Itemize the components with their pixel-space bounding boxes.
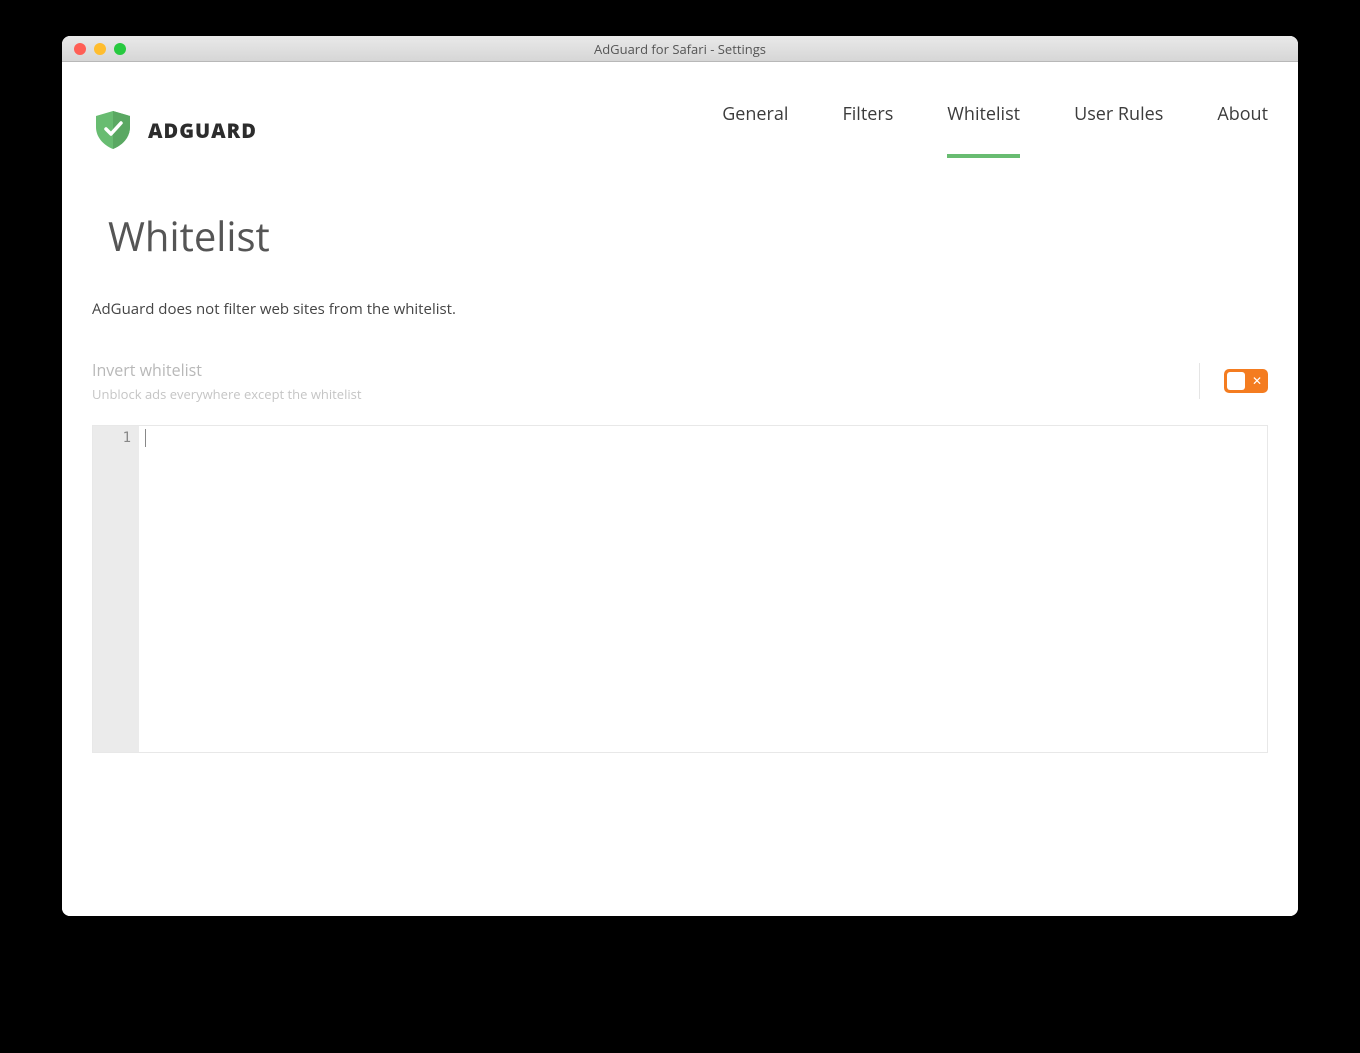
close-window-button[interactable] bbox=[74, 43, 86, 55]
page-title: Whitelist bbox=[108, 208, 1268, 263]
tab-filters[interactable]: Filters bbox=[842, 102, 893, 158]
main-panel: Whitelist AdGuard does not filter web si… bbox=[62, 158, 1298, 783]
invert-whitelist-row: Invert whitelist Unblock ads everywhere … bbox=[92, 359, 1268, 403]
traffic-lights bbox=[74, 43, 126, 55]
window-title: AdGuard for Safari - Settings bbox=[62, 40, 1298, 58]
logo-section: ADGUARD bbox=[92, 109, 257, 151]
invert-whitelist-title: Invert whitelist bbox=[92, 359, 1199, 381]
line-number-gutter: 1 bbox=[93, 426, 139, 752]
tab-about[interactable]: About bbox=[1217, 102, 1268, 158]
line-number: 1 bbox=[93, 430, 131, 446]
toggle-knob bbox=[1227, 372, 1245, 390]
adguard-shield-icon bbox=[92, 109, 134, 151]
invert-whitelist-toggle[interactable]: ✕ bbox=[1224, 369, 1268, 393]
app-window: AdGuard for Safari - Settings ADGUARD Ge… bbox=[62, 36, 1298, 916]
toggle-wrap: ✕ bbox=[1199, 363, 1268, 399]
whitelist-textarea[interactable] bbox=[139, 426, 1267, 752]
maximize-window-button[interactable] bbox=[114, 43, 126, 55]
header: ADGUARD General Filters Whitelist User R… bbox=[62, 62, 1298, 158]
logo-text: ADGUARD bbox=[148, 117, 257, 144]
close-icon: ✕ bbox=[1252, 375, 1262, 387]
invert-whitelist-subtitle: Unblock ads everywhere except the whitel… bbox=[92, 385, 1199, 403]
window-content: ADGUARD General Filters Whitelist User R… bbox=[62, 62, 1298, 916]
whitelist-editor: 1 bbox=[92, 425, 1268, 753]
tab-whitelist[interactable]: Whitelist bbox=[947, 102, 1020, 158]
titlebar: AdGuard for Safari - Settings bbox=[62, 36, 1298, 62]
invert-whitelist-text: Invert whitelist Unblock ads everywhere … bbox=[92, 359, 1199, 403]
tab-general[interactable]: General bbox=[722, 102, 788, 158]
text-cursor bbox=[145, 429, 146, 447]
minimize-window-button[interactable] bbox=[94, 43, 106, 55]
tab-user-rules[interactable]: User Rules bbox=[1074, 102, 1163, 158]
page-description: AdGuard does not filter web sites from t… bbox=[92, 299, 1268, 319]
nav-tabs: General Filters Whitelist User Rules Abo… bbox=[722, 102, 1268, 158]
